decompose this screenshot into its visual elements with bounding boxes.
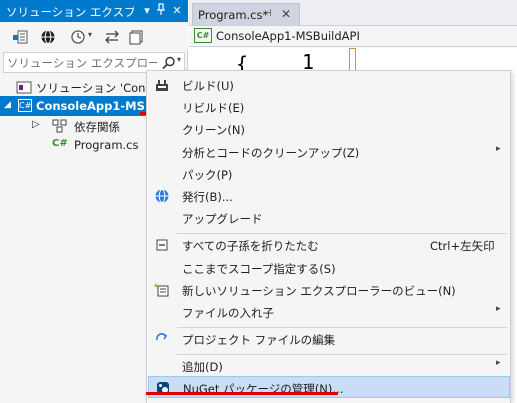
edit-project-icon [156,333,168,341]
close-icon[interactable]: ✕ [170,3,184,18]
solution-explorer-title: ソリューション エクスプロー... [6,5,134,19]
tree-item-label: Program.cs [74,138,139,152]
solution-icon [16,81,32,94]
show-all-files-icon[interactable] [128,29,144,45]
submenu-arrow-icon: ▸ [496,304,501,314]
search-icon[interactable] [162,56,176,70]
menu-item-publish[interactable]: 発行(B)... [148,185,510,207]
menu-item-label: アップグレード [182,212,263,226]
history-clock-icon[interactable] [70,29,86,45]
menu-item-label: プロジェクト ファイルの編集 [182,333,336,347]
navigation-bar: C# ConsoleApp1-MSBuildAPI [189,26,517,47]
menu-item-upgrade[interactable]: アップグレード [148,207,510,229]
menu-item-pack[interactable]: パック(P) [148,163,510,185]
menu-item-clean[interactable]: クリーン(N) [148,118,510,140]
project-name: ConsoleApp1-MSBuildAPI [216,29,360,43]
project-dropdown[interactable]: C# ConsoleApp1-MSBuildAPI [192,28,392,45]
window-menu-dropdown-icon[interactable]: ▾ [140,3,154,18]
menu-item-label: 新しいソリューション エクスプローラーのビュー(N) [182,284,456,298]
publish-globe-icon [155,189,169,203]
menu-item-label: 追加(D) [182,360,223,374]
menu-item-edit-project-file[interactable]: プロジェクト ファイルの編集 [148,328,510,350]
submenu-arrow-icon: ▸ [496,144,501,154]
menu-item-analyze-cleanup[interactable]: 分析とコードのクリーンアップ(Z) ▸ [148,141,510,163]
menu-item-label: クリーン(N) [182,123,246,137]
sync-arrows-icon[interactable] [104,29,120,45]
csharp-project-icon: C# [194,28,212,43]
tab-close-icon[interactable]: ✕ [281,7,291,21]
tree-item-label: ConsoleApp1-MS [36,99,145,113]
menu-item-label: ここまでスコープ指定する(S) [182,262,336,276]
solution-explorer-titlebar[interactable]: ソリューション エクスプロー... ▾ ✕ [0,0,188,22]
menu-item-add[interactable]: 追加(D) ▸ [148,355,510,377]
menu-item-label: 分析とコードのクリーンアップ(Z) [182,146,360,160]
menu-item-scope-to-this[interactable]: ここまでスコープ指定する(S) [148,257,510,279]
solution-explorer-toolbar: ▾ [0,22,188,50]
csharp-project-icon: C# [18,99,32,112]
menu-item-label: すべての子孫を折りたたむ [182,239,319,253]
tree-item-label: 依存関係 [74,120,120,134]
collapsed-arrow-icon[interactable]: ▷ [32,119,40,130]
collapse-all-icon [156,239,168,251]
menu-item-label: ビルド(U) [182,79,234,93]
expanded-arrow-icon[interactable]: ◢ [4,100,11,110]
tab-program-cs[interactable]: Program.cs* ⊣ ✕ [192,3,300,25]
csharp-file-icon: C# [52,138,68,149]
document-tab-strip: Program.cs* ⊣ ✕ [189,0,517,26]
build-icon [156,80,168,91]
dependencies-icon [52,119,67,133]
tab-label: Program.cs* [198,8,269,22]
search-options-dropdown-icon[interactable]: ▾ [177,55,181,64]
switch-views-icon[interactable] [12,29,28,45]
menu-item-new-view[interactable]: 新しいソリューション エクスプローラーのビュー(N) [148,279,510,301]
globe-icon[interactable] [40,29,56,45]
new-view-icon [154,283,169,297]
menu-item-rebuild[interactable]: リビルド(E) [148,96,510,118]
brace-match-highlight [349,48,356,70]
menu-item-label: ファイルの入れ子 [182,306,274,320]
context-menu: ビルド(U) リビルド(E) クリーン(N) 分析とコードのクリーンアップ(Z)… [146,70,511,403]
tab-pin-icon[interactable]: ⊣ [263,8,272,19]
submenu-arrow-icon: ▸ [496,358,501,368]
menu-item-collapse-all[interactable]: すべての子孫を折りたたむ Ctrl+左矢印 [148,234,510,256]
menu-item-shortcut: Ctrl+左矢印 [430,239,495,253]
annotation-underline [146,392,338,395]
menu-item-build[interactable]: ビルド(U) [148,74,510,96]
history-dropdown-icon[interactable]: ▾ [88,30,92,39]
menu-item-label: パック(P) [182,168,233,182]
menu-item-file-nesting[interactable]: ファイルの入れ子 ▸ [148,301,510,323]
menu-item-label: リビルド(E) [182,101,245,115]
menu-item-label: 発行(B)... [182,190,233,204]
search-input[interactable] [7,54,157,71]
pin-icon[interactable] [154,3,168,18]
